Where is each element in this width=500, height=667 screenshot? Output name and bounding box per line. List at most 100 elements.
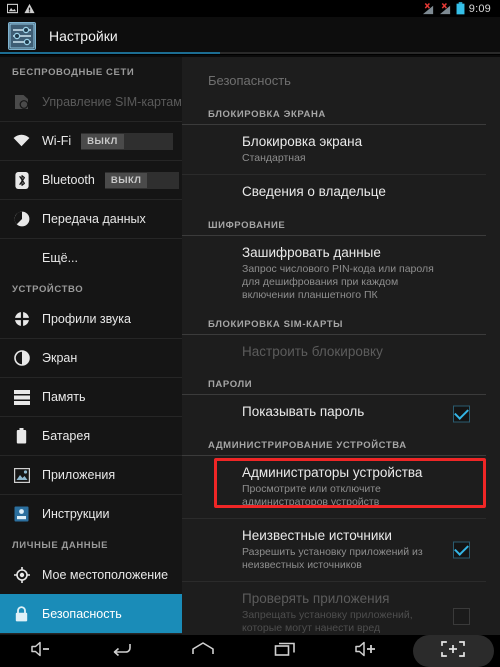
signal-no-sim-2-icon bbox=[439, 2, 452, 15]
sidebar-item-storage[interactable]: Память bbox=[0, 377, 182, 416]
back-button[interactable] bbox=[81, 635, 162, 667]
sidebar-item-my-location[interactable]: Мое местоположение bbox=[0, 555, 182, 594]
settings-sliders-icon bbox=[8, 21, 36, 50]
sidebar-group-header-device: УСТРОЙСТВО bbox=[12, 284, 84, 295]
sidebar-item-more[interactable]: Ещё... bbox=[0, 238, 182, 277]
sidebar-item-label: Ещё... bbox=[42, 251, 78, 265]
row-show-password[interactable]: Показывать пароль bbox=[182, 395, 486, 433]
sidebar-item-display[interactable]: Экран bbox=[0, 338, 182, 377]
unknown-sources-checkbox[interactable] bbox=[453, 541, 470, 559]
row-subtitle: Просмотрите или отключите администраторо… bbox=[242, 483, 381, 508]
row-encrypt-data[interactable]: Зашифровать данные Запрос числового PIN-… bbox=[182, 236, 486, 312]
sidebar-item-sim-management[interactable]: Управление SIM-картами bbox=[0, 82, 182, 121]
row-owner-info[interactable]: Сведения о владельце bbox=[182, 175, 486, 213]
row-unknown-sources[interactable]: Неизвестные источники Разрешить установк… bbox=[182, 519, 486, 582]
sidebar-item-label: Wi-Fi bbox=[42, 134, 72, 148]
sidebar-item-label: Память bbox=[42, 390, 86, 404]
sim-card-icon bbox=[12, 92, 31, 111]
sidebar-item-label: Инструкции bbox=[42, 507, 110, 521]
android-settings-screen: 9:09 Настройки БЕСПРОВОДНЫЕ СЕТИ Управле… bbox=[0, 0, 500, 667]
sidebar-item-bluetooth[interactable]: Bluetooth ВЫКЛ bbox=[0, 160, 182, 199]
section-header-device-admin: АДМИНИСТРИРОВАНИЕ УСТРОЙСТВА bbox=[182, 433, 486, 456]
row-title: Сведения о владельце bbox=[242, 184, 386, 199]
volume-up-icon bbox=[354, 641, 378, 662]
row-title: Зашифровать данные bbox=[242, 245, 381, 260]
row-title: Проверять приложения bbox=[242, 591, 390, 606]
navigation-bar bbox=[0, 635, 500, 667]
recents-icon bbox=[274, 641, 296, 662]
volume-down-icon bbox=[30, 641, 52, 662]
sidebar-item-wifi[interactable]: Wi-Fi ВЫКЛ bbox=[0, 121, 182, 160]
sidebar-item-battery[interactable]: Батарея bbox=[0, 416, 182, 455]
wifi-toggle[interactable]: ВЫКЛ bbox=[81, 132, 174, 150]
sidebar-item-manual[interactable]: Инструкции bbox=[0, 494, 182, 533]
sidebar-group-header-wireless: БЕСПРОВОДНЫЕ СЕТИ bbox=[12, 67, 135, 78]
sidebar-item-label: Передача данных bbox=[42, 212, 146, 226]
status-bar-right-icons: 9:09 bbox=[422, 2, 496, 15]
sidebar-item-apps[interactable]: Приложения bbox=[0, 455, 182, 494]
image-icon bbox=[6, 3, 19, 14]
row-title: Блокировка экрана bbox=[242, 134, 363, 149]
bluetooth-toggle-label: ВЫКЛ bbox=[104, 172, 148, 188]
sidebar-item-security[interactable]: Безопасность bbox=[0, 594, 182, 633]
show-password-checkbox[interactable] bbox=[453, 405, 470, 423]
data-usage-icon bbox=[12, 210, 31, 229]
apps-icon bbox=[12, 466, 31, 485]
settings-sidebar[interactable]: БЕСПРОВОДНЫЕ СЕТИ Управление SIM-картами… bbox=[0, 57, 182, 635]
storage-icon bbox=[12, 388, 31, 407]
sidebar-item-label: Профили звука bbox=[42, 311, 131, 326]
home-button[interactable] bbox=[163, 635, 244, 667]
sidebar-item-data-usage[interactable]: Передача данных bbox=[0, 199, 182, 238]
row-screen-lock[interactable]: Блокировка экрана Стандартная bbox=[182, 125, 486, 175]
section-header-encryption: ШИФРОВАНИЕ bbox=[182, 213, 486, 236]
back-icon bbox=[111, 641, 133, 662]
page-title: Безопасность bbox=[208, 73, 291, 88]
status-bar-left-icons bbox=[4, 3, 35, 14]
verify-apps-checkbox[interactable] bbox=[453, 608, 470, 625]
row-subtitle: Разрешить установку приложений из неизве… bbox=[242, 546, 423, 571]
row-title: Показывать пароль bbox=[242, 404, 365, 419]
manual-icon bbox=[12, 505, 31, 524]
sidebar-item-label: Управление SIM-картами bbox=[42, 94, 182, 109]
row-setup-sim-lock[interactable]: Настроить блокировку bbox=[182, 335, 486, 372]
sidebar-item-sound-profiles[interactable]: Профили звука bbox=[0, 299, 182, 338]
battery-icon bbox=[12, 427, 31, 446]
display-icon bbox=[12, 349, 31, 368]
bluetooth-icon bbox=[12, 171, 31, 190]
section-header-screen-lock: БЛОКИРОВКА ЭКРАНА bbox=[182, 102, 486, 125]
sidebar-item-label: Безопасность bbox=[42, 607, 122, 621]
row-subtitle: Стандартная bbox=[242, 152, 306, 164]
sidebar-item-label: Приложения bbox=[42, 468, 116, 482]
section-header-sim-lock: БЛОКИРОВКА SIM-КАРТЫ bbox=[182, 312, 486, 335]
signal-no-sim-1-icon bbox=[422, 2, 435, 15]
location-icon bbox=[12, 565, 31, 584]
sidebar-item-label: Мое местоположение bbox=[42, 567, 169, 582]
volume-down-button[interactable] bbox=[0, 635, 81, 667]
sound-profile-icon bbox=[12, 309, 31, 328]
screenshot-button[interactable] bbox=[412, 635, 494, 667]
bluetooth-toggle[interactable]: ВЫКЛ bbox=[104, 171, 179, 189]
row-title: Настроить блокировку bbox=[242, 344, 383, 359]
security-settings-pane[interactable]: Безопасность БЛОКИРОВКА ЭКРАНА Блокировк… bbox=[182, 57, 500, 635]
recents-button[interactable] bbox=[244, 635, 325, 667]
volume-up-button[interactable] bbox=[325, 635, 406, 667]
row-device-administrators[interactable]: Администраторы устройства Просмотрите ил… bbox=[182, 456, 486, 519]
sidebar-group-header-personal: ЛИЧНЫЕ ДАННЫЕ bbox=[12, 540, 109, 551]
status-bar: 9:09 bbox=[0, 0, 500, 17]
sidebar-item-label: Bluetooth bbox=[42, 173, 95, 187]
row-verify-apps[interactable]: Проверять приложения Запрещать установку… bbox=[182, 582, 486, 635]
sidebar-item-label: Батарея bbox=[42, 429, 91, 443]
screenshot-icon bbox=[440, 640, 466, 663]
status-bar-clock: 9:09 bbox=[468, 2, 491, 15]
row-title: Неизвестные источники bbox=[242, 528, 392, 543]
home-icon bbox=[191, 641, 215, 662]
app-title: Настройки bbox=[49, 27, 118, 44]
action-bar-underline bbox=[0, 52, 500, 54]
sidebar-item-label: Экран bbox=[42, 351, 78, 365]
wifi-icon bbox=[12, 132, 31, 151]
content-area: БЕСПРОВОДНЫЕ СЕТИ Управление SIM-картами… bbox=[0, 57, 500, 635]
wifi-toggle-label: ВЫКЛ bbox=[81, 133, 124, 149]
row-title: Администраторы устройства bbox=[242, 465, 423, 480]
warning-icon bbox=[24, 3, 35, 14]
battery-icon bbox=[456, 2, 465, 15]
